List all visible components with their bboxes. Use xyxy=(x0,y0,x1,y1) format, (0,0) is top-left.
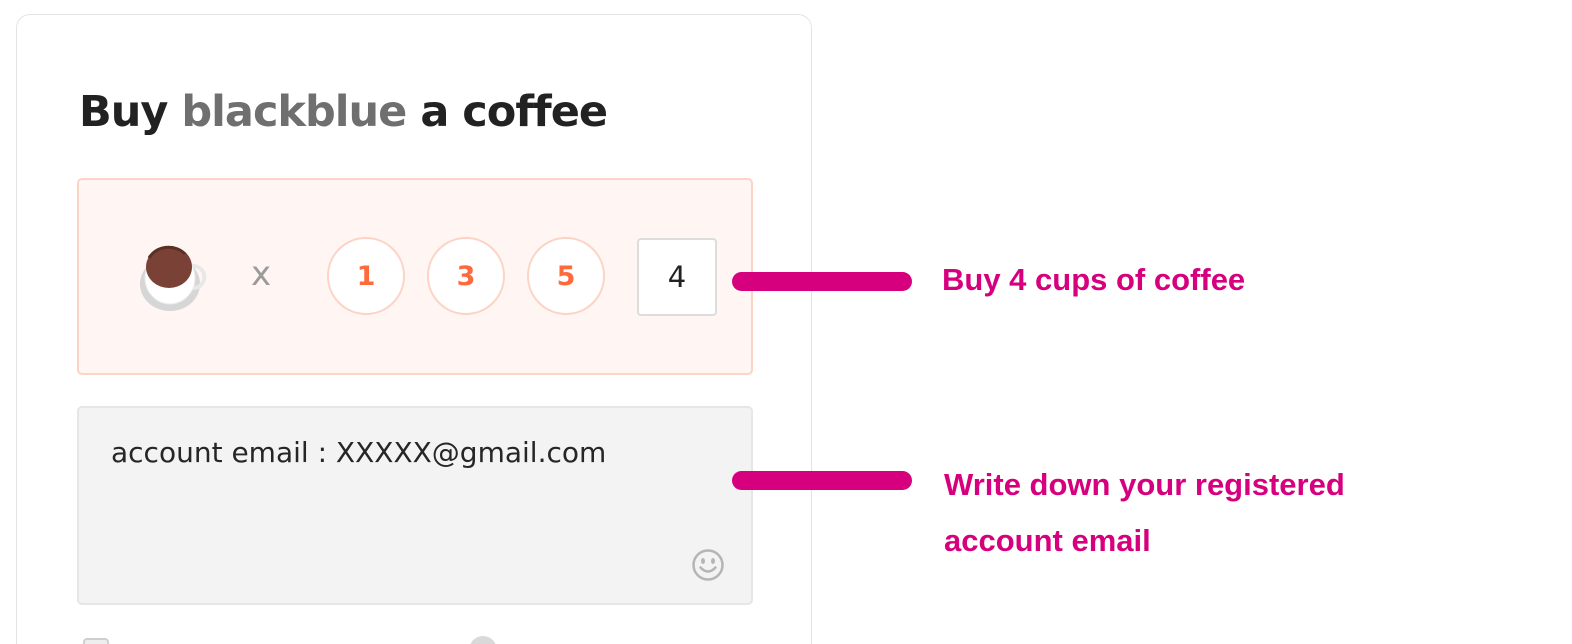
smiley-face-icon[interactable] xyxy=(691,548,725,582)
message-textarea[interactable]: account email : XXXXX@gmail.com xyxy=(77,406,753,605)
annotation-email: Write down your registered account email xyxy=(944,457,1345,569)
quantity-input[interactable] xyxy=(637,238,717,316)
annotation-email-line-1: Write down your registered xyxy=(944,467,1345,502)
quantity-1-button[interactable]: 1 xyxy=(327,237,405,315)
coffee-cup-icon xyxy=(140,245,207,311)
quantity-3-button[interactable]: 3 xyxy=(427,237,505,315)
annotation-quantity: Buy 4 cups of coffee xyxy=(942,262,1246,297)
annotation-pointer-quantity xyxy=(732,272,912,291)
checkbox-partial[interactable] xyxy=(83,638,109,644)
annotation-pointer-email xyxy=(732,471,912,490)
info-icon xyxy=(469,636,497,644)
message-text: account email : XXXXX@gmail.com xyxy=(111,436,607,469)
widget-title: Buy blackblue a coffee xyxy=(79,87,608,137)
quantity-5-button[interactable]: 5 xyxy=(527,237,605,315)
coffee-quantity-selector: x 1 3 5 xyxy=(77,178,753,375)
title-prefix: Buy xyxy=(79,87,168,137)
annotation-email-line-2: account email xyxy=(944,523,1151,558)
title-suffix: a coffee xyxy=(420,87,608,137)
support-widget-card: Buy blackblue a coffee x 1 3 5 account e… xyxy=(16,14,812,644)
page-root: Buy blackblue a coffee x 1 3 5 account e… xyxy=(0,0,1572,644)
creator-name: blackblue xyxy=(181,87,407,137)
multiplier-symbol: x xyxy=(251,254,272,294)
